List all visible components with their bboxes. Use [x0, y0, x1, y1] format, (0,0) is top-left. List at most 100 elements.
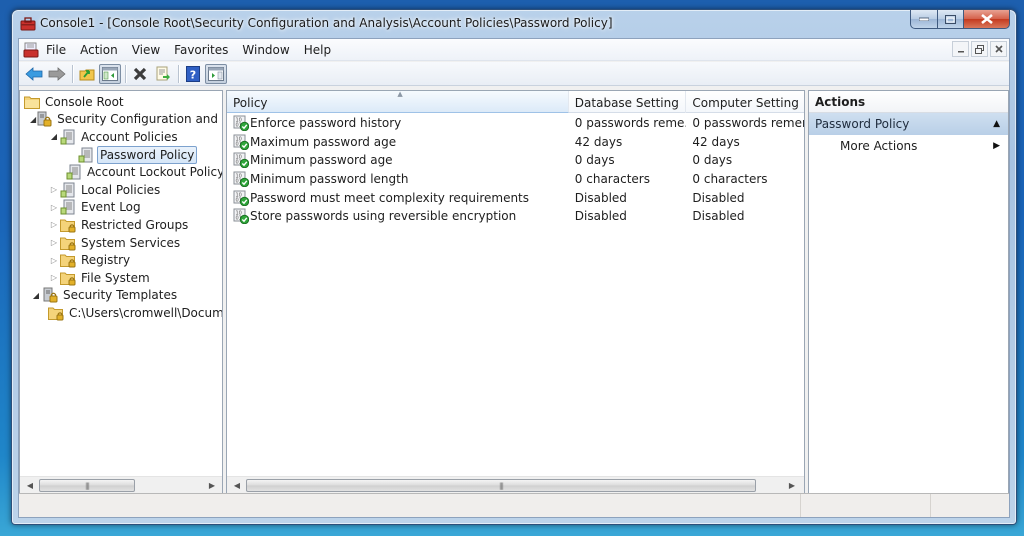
scroll-left-arrow[interactable]: ◀: [229, 477, 245, 494]
show-hide-action-pane-button[interactable]: [205, 63, 227, 84]
console-document-icon[interactable]: [23, 42, 39, 58]
menu-file[interactable]: File: [39, 39, 73, 61]
policy-name: Maximum password age: [250, 134, 397, 149]
tree-item-account-lockout-policy[interactable]: Account Lockout Policy: [20, 163, 222, 181]
scroll-right-arrow[interactable]: ▶: [204, 477, 220, 494]
tree-item-label: Security Templates: [63, 288, 178, 303]
tree-item-c-users-cromwell-documents-security-temp[interactable]: C:\Users\cromwell\Documents\Security\Tem…: [20, 304, 222, 322]
minimize-button[interactable]: [910, 10, 938, 29]
policy-server-icon: [60, 129, 76, 145]
computer-setting-cell: 42 days: [692, 134, 740, 149]
up-one-level-button[interactable]: [76, 64, 98, 84]
policy-cell: 10 01 Minimum password age: [227, 152, 569, 169]
locked-folder-icon: [60, 217, 76, 233]
status-cell-3: [931, 494, 1009, 517]
collapsed-arrow-icon[interactable]: ▷: [48, 254, 60, 266]
policy-name: Minimum password age: [250, 153, 393, 168]
column-label: Policy: [233, 96, 268, 110]
column-header-computer-setting[interactable]: Computer Setting: [686, 91, 804, 113]
action-pane-icon: [208, 66, 224, 81]
tree-item-label: System Services: [81, 235, 181, 250]
column-header-database-setting[interactable]: Database Setting: [569, 91, 687, 113]
collapsed-arrow-icon[interactable]: ▷: [48, 272, 60, 284]
delete-button[interactable]: [129, 64, 151, 84]
tree-item-label: File System: [81, 270, 150, 285]
mdi-restore-button[interactable]: [971, 41, 988, 57]
column-header-policy[interactable]: ▲ Policy: [227, 91, 569, 113]
tree-item-security-templates[interactable]: ◢ Security Templates: [20, 287, 222, 305]
tree-item-label: Console Root: [45, 94, 124, 109]
policy-row-minimum-password-length[interactable]: 10 01 Minimum password length 0 characters 0…: [227, 170, 804, 189]
actions-section-label: Password Policy: [815, 117, 910, 131]
tree-item-event-log[interactable]: ▷ Event Log: [20, 199, 222, 217]
scrollbar-thumb[interactable]: |||: [246, 479, 756, 492]
policy-setting-icon: 10 01: [233, 208, 250, 225]
policy-row-password-must-meet-complexity-requiremen[interactable]: 10 01 Password must meet complexity requir…: [227, 188, 804, 207]
tree-horizontal-scrollbar[interactable]: ◀ ||| ▶: [20, 476, 222, 494]
collapsed-arrow-icon[interactable]: ▷: [48, 184, 60, 196]
locked-folder-icon: [60, 252, 76, 268]
computer-setting-cell: 0 characters: [692, 172, 768, 187]
policy-row-enforce-password-history[interactable]: 10 01 Enforce password history 0 passwords …: [227, 114, 804, 133]
locked-folder-icon: [48, 305, 64, 321]
database-setting-cell: Disabled: [574, 190, 627, 205]
toolbar-separator: [72, 64, 73, 83]
tree-item-label: Account Policies: [81, 129, 178, 144]
scroll-right-arrow[interactable]: ▶: [784, 477, 800, 494]
actions-section-password-policy[interactable]: Password Policy ▲: [809, 113, 1008, 135]
window-title: Console1 - [Console Root\Security Config…: [40, 16, 613, 30]
menu-help[interactable]: Help: [297, 39, 338, 61]
back-button[interactable]: [23, 64, 45, 84]
status-cell-main: [19, 494, 801, 517]
list-horizontal-scrollbar[interactable]: ◀ ||| ▶: [227, 476, 804, 494]
expanded-arrow-icon[interactable]: ◢: [48, 131, 60, 143]
menu-favorites[interactable]: Favorites: [167, 39, 235, 61]
tree-item-system-services[interactable]: ▷ System Services: [20, 234, 222, 252]
tree-item-label: Local Policies: [81, 182, 161, 197]
collapsed-arrow-icon[interactable]: ▷: [48, 219, 60, 231]
mmc-window: Console1 - [Console Root\Security Config…: [11, 9, 1017, 525]
policy-cell: 10 01 Maximum password age: [227, 134, 569, 150]
policy-list: 10 01 Enforce password history 0 passwords …: [227, 114, 804, 476]
collapse-up-icon[interactable]: ▲: [993, 113, 1000, 135]
mdi-close-button[interactable]: [990, 41, 1007, 57]
tree-item-console-root[interactable]: Console Root: [20, 93, 222, 111]
policy-row-store-passwords-using-reversible-encrypt[interactable]: 10 01 Store passwords using reversible enc…: [227, 207, 804, 226]
column-label: Computer Setting: [692, 96, 799, 110]
security-lock-icon: [36, 111, 52, 127]
help-button[interactable]: ?: [182, 64, 204, 84]
status-cell-2: [801, 494, 931, 517]
maximize-icon: [945, 14, 956, 24]
expanded-arrow-icon[interactable]: ◢: [30, 289, 42, 301]
more-actions-item[interactable]: More Actions ▶: [809, 135, 1008, 157]
computer-setting-cell: Disabled: [692, 209, 745, 224]
policy-setting-icon: 10 01: [233, 115, 250, 132]
forward-button[interactable]: [46, 64, 68, 84]
tree-item-restricted-groups[interactable]: ▷ Restricted Groups: [20, 216, 222, 234]
show-hide-console-tree-button[interactable]: [99, 63, 121, 84]
title-bar[interactable]: Console1 - [Console Root\Security Config…: [12, 10, 1016, 38]
scroll-left-arrow[interactable]: ◀: [22, 477, 38, 494]
menu-window[interactable]: Window: [235, 39, 296, 61]
maximize-button[interactable]: [938, 10, 964, 29]
tree-item-security-configuration-and-analysis[interactable]: ◢Security Configuration and Analysis: [20, 111, 222, 129]
close-button[interactable]: [964, 10, 1010, 29]
policy-server-icon: [66, 164, 82, 180]
tree-item-file-system[interactable]: ▷ File System: [20, 269, 222, 287]
collapsed-arrow-icon[interactable]: ▷: [48, 201, 60, 213]
policy-row-maximum-password-age[interactable]: 10 01 Maximum password age 42 days 42 days: [227, 133, 804, 152]
collapsed-arrow-icon[interactable]: ▷: [48, 237, 60, 249]
tree-item-registry[interactable]: ▷ Registry: [20, 251, 222, 269]
export-list-button[interactable]: [152, 64, 174, 84]
actions-header: Actions: [809, 91, 1008, 113]
menu-action[interactable]: Action: [73, 39, 125, 61]
scrollbar-thumb[interactable]: |||: [39, 479, 135, 492]
menu-view[interactable]: View: [125, 39, 167, 61]
tree-item-local-policies[interactable]: ▷ Local Policies: [20, 181, 222, 199]
policy-row-minimum-password-age[interactable]: 10 01 Minimum password age 0 days 0 days: [227, 151, 804, 170]
database-setting-cell: 42 days: [574, 134, 623, 149]
tree-item-password-policy[interactable]: Password Policy: [20, 145, 222, 164]
tree-item-label: Security Configuration and Analysis: [57, 112, 222, 127]
tree-item-account-policies[interactable]: ◢ Account Policies: [20, 128, 222, 146]
mdi-minimize-button[interactable]: [952, 41, 969, 57]
